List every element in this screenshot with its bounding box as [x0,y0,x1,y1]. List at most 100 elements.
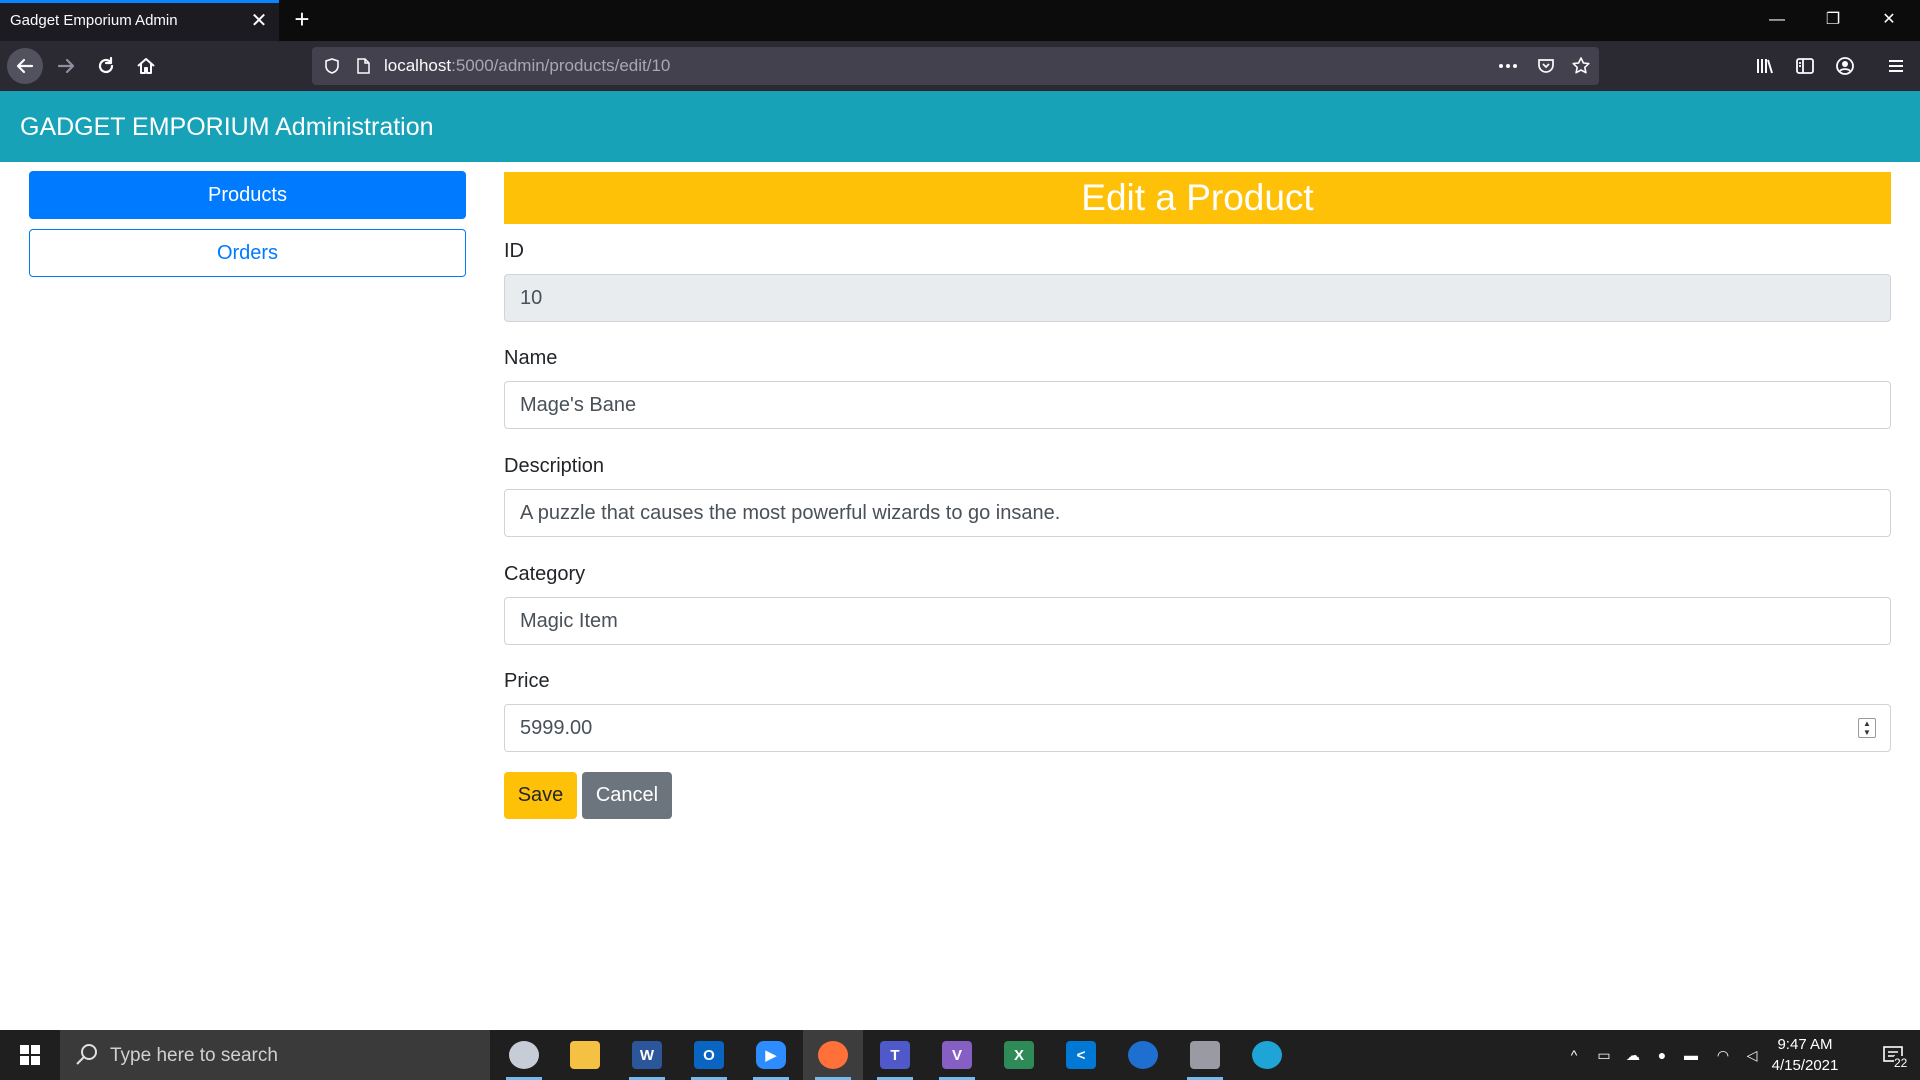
tray-chevron-icon[interactable]: ^ [1563,1030,1585,1080]
price-spinner-icon[interactable]: ▲ ▼ [1858,718,1876,738]
forward-arrow-icon [57,58,75,74]
volume-icon[interactable]: ◁ [1741,1030,1763,1080]
tab-close-icon[interactable]: ✕ [249,11,269,31]
home-button[interactable] [128,48,164,84]
browser-tab[interactable]: Gadget Emporium Admin ✕ [0,0,279,41]
tray-device-icon[interactable]: ▭ [1593,1030,1615,1080]
bookmark-star-icon[interactable] [1570,55,1592,77]
sidebar-item-products[interactable]: Products [29,171,466,219]
window-minimize-button[interactable]: — [1754,6,1800,34]
start-button[interactable] [0,1030,60,1080]
search-placeholder: Type here to search [110,1045,278,1066]
menu-button[interactable] [1878,48,1914,84]
windows-logo-icon [20,1045,40,1065]
file-explorer-app[interactable] [555,1030,615,1080]
edge-app[interactable] [1237,1030,1297,1080]
sidebar-icon [1796,58,1814,74]
account-button[interactable] [1827,48,1863,84]
account-icon [1836,57,1854,75]
microphone-icon[interactable]: ● [1651,1030,1673,1080]
url-path: :5000/admin/products/edit/10 [451,56,671,75]
price-field[interactable]: 5999.00 ▲ ▼ [504,704,1891,752]
category-value: Magic Item [520,609,618,632]
taskbar-search[interactable]: Type here to search [60,1030,490,1080]
sidebar-item-orders[interactable]: Orders [29,229,466,277]
library-icon [1757,59,1773,74]
page-actions-icon[interactable] [1497,55,1519,77]
firefox-icon [818,1041,848,1069]
browser-nav-bar: localhost:5000/admin/products/edit/10 [0,41,1920,91]
excel-like-icon: X [1004,1041,1034,1069]
reload-button[interactable] [88,48,124,84]
hamburger-menu-icon [1889,60,1903,72]
id-value: 10 [520,286,543,309]
url-host: localhost [384,56,452,75]
excel-like-app[interactable]: X [989,1030,1049,1080]
teams-app[interactable]: T [865,1030,925,1080]
window-restore-button[interactable]: ❐ [1810,6,1856,34]
azure-data-studio-app[interactable] [1113,1030,1173,1080]
name-field[interactable]: Mage's Bane [504,381,1891,429]
id-label: ID [504,240,524,262]
description-field[interactable]: A puzzle that causes the most powerful w… [504,489,1891,537]
app-brand: GADGET EMPORIUM Administration [20,113,434,141]
address-bar[interactable]: localhost:5000/admin/products/edit/10 [312,47,1599,85]
tab-title: Gadget Emporium Admin [10,12,178,29]
sidebar-toggle-button[interactable] [1787,48,1823,84]
teams-icon: T [880,1041,910,1069]
browser-tab-bar: Gadget Emporium Admin ✕ + — ❐ ✕ [0,0,1920,41]
forward-button[interactable] [48,48,84,84]
screen-recorder-icon [1190,1041,1220,1069]
vscode-app[interactable]: < [1051,1030,1111,1080]
azure-data-studio-icon [1128,1041,1158,1069]
outlook-app[interactable]: O [679,1030,739,1080]
shield-icon[interactable] [321,55,343,77]
clock-time: 9:47 AM [1777,1036,1833,1053]
clock[interactable]: 9:47 AM 4/15/2021 [1765,1034,1845,1076]
reload-icon [98,56,114,74]
app-header: GADGET EMPORIUM Administration [0,91,1920,162]
name-value: Mage's Bane [520,393,637,416]
search-icon [76,1044,97,1065]
windows-taskbar: Type here to search W O ▶ T V X < ^ ▭ ☁ … [0,1030,1920,1080]
firefox-app[interactable] [803,1030,863,1080]
url-text[interactable]: localhost:5000/admin/products/edit/10 [384,56,670,76]
snip-sketch-icon [509,1041,539,1069]
home-icon [137,58,155,74]
snip-sketch-app[interactable] [494,1030,554,1080]
visual-studio-app[interactable]: V [927,1030,987,1080]
name-label: Name [504,347,558,369]
form-title: Edit a Product [504,172,1891,224]
category-field[interactable]: Magic Item [504,597,1891,645]
outlook-icon: O [694,1041,724,1069]
library-button[interactable] [1747,48,1783,84]
description-label: Description [504,455,605,477]
pocket-icon[interactable] [1535,55,1557,77]
file-explorer-icon [570,1041,600,1069]
zoom-app[interactable]: ▶ [741,1030,801,1080]
vscode-icon: < [1066,1041,1096,1069]
id-field: 10 [504,274,1891,322]
new-tab-button[interactable]: + [288,6,316,34]
clock-date: 4/15/2021 [1771,1057,1839,1074]
wifi-icon[interactable]: ◠ [1711,1030,1735,1080]
save-button[interactable]: Save [504,772,577,819]
visual-studio-icon: V [942,1041,972,1069]
battery-icon[interactable]: ▬ [1679,1030,1703,1080]
notification-count: 22 [1894,1056,1908,1070]
price-value: 5999.00 [520,716,593,739]
zoom-icon: ▶ [756,1041,786,1069]
cancel-button[interactable]: Cancel [582,772,672,819]
page-icon[interactable] [352,55,374,77]
description-value: A puzzle that causes the most powerful w… [520,501,1061,524]
back-arrow-icon [16,58,34,74]
word-app[interactable]: W [617,1030,677,1080]
screen-recorder-app[interactable] [1175,1030,1235,1080]
notification-center-button[interactable]: 22 [1866,1030,1920,1080]
word-icon: W [632,1041,662,1069]
price-label: Price [504,670,550,692]
back-button[interactable] [7,48,43,84]
category-label: Category [504,563,586,585]
onedrive-cloud-icon[interactable]: ☁ [1621,1030,1645,1080]
window-close-button[interactable]: ✕ [1866,6,1912,34]
